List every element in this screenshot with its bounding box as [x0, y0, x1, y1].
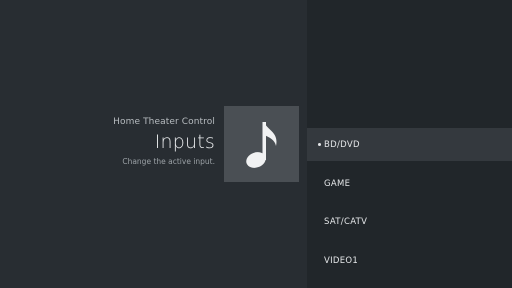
page-description: Change the active input. [122, 157, 215, 166]
list-item-label: BD/DVD [324, 139, 360, 150]
breadcrumb: Home Theater Control [113, 117, 215, 127]
icon-tile [224, 106, 299, 182]
page-title: Inputs [154, 131, 215, 153]
list-item-bd-dvd[interactable]: BD/DVD [307, 128, 512, 161]
list-item-label: GAME [324, 178, 351, 189]
input-list: BD/DVD GAME SAT/CATV VIDEO1 [307, 0, 512, 288]
list-item-label: VIDEO1 [324, 255, 359, 266]
list-item-label: SAT/CATV [324, 216, 368, 227]
list-item-video1[interactable]: VIDEO1 [307, 244, 512, 277]
selected-indicator-dot [318, 143, 321, 146]
music-note-icon [245, 122, 276, 168]
list-item-game[interactable]: GAME [307, 167, 512, 200]
list-item-sat-catv[interactable]: SAT/CATV [307, 205, 512, 238]
